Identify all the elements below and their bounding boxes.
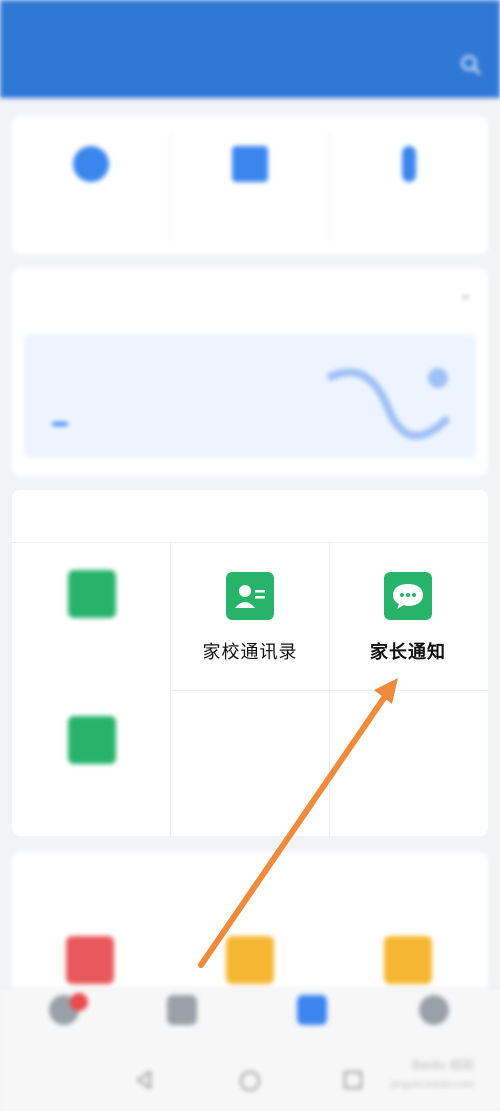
- watermark-sub: jingyan.baidu.com: [390, 1080, 474, 1090]
- watermark-text: Baidu 经验: [412, 1058, 474, 1072]
- annotation-arrow: [198, 678, 398, 968]
- baidu-watermark: Baidu 经验 jingyan.baidu.com: [364, 1055, 474, 1095]
